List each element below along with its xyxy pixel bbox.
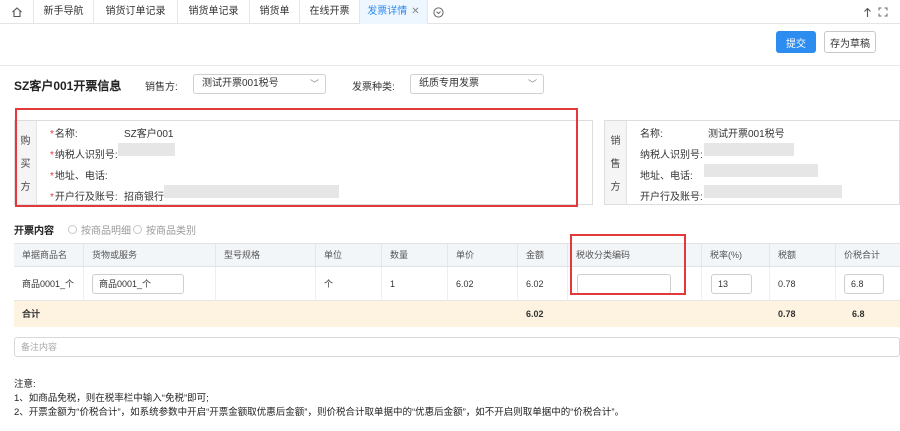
tax-amount-cell: 0.78 (770, 267, 836, 301)
column-header: 单价 (448, 244, 518, 266)
summary-tax-amount: 0.78 (778, 309, 796, 319)
tab-label: 在线开票 (309, 6, 350, 17)
column-header: 型号规格 (216, 244, 316, 266)
radio-by-item-category[interactable]: 按商品类别 (133, 222, 196, 237)
tab-invoice-details[interactable]: 发票详情 ✕ (360, 0, 428, 24)
chevron-down-icon: ﹀ (309, 79, 319, 89)
invoice-type-select[interactable]: 纸质专用发票 ﹀ (410, 74, 544, 94)
invoice-content-title: 开票内容 (14, 226, 54, 237)
tax-rate-cell: 13 (702, 267, 770, 301)
invoice-type-value: 纸质专用发票 (419, 78, 479, 89)
column-header: 税率(%) (702, 244, 770, 266)
tab-sales-order-records[interactable]: 销货订单记录 (94, 0, 178, 24)
fullscreen-icon (878, 7, 888, 17)
note-line-2: 2、开票金额为“价税合计”，如系统参数中开启“开票金额取优惠后金额”，则价税合计… (14, 407, 625, 418)
table-header: 单据商品名 货物或服务 型号规格 单位 数量 单价 金额 税收分类编码 税率(%… (14, 243, 900, 267)
column-header: 单据商品名 (14, 244, 84, 266)
seller-bank-label: 开户行及账号: (640, 192, 703, 203)
seller-tax-id-value (704, 143, 794, 156)
tab-label: 销货订单记录 (105, 6, 166, 17)
seller-tax-id-label: 纳税人识别号: (640, 150, 703, 161)
notes-title: 注意: (14, 379, 36, 390)
tab-label: 销货单 (259, 6, 290, 17)
amount-cell: 6.02 (518, 267, 568, 301)
chevron-down-icon: ﹀ (527, 79, 537, 89)
unit-price-cell: 6.02 (448, 267, 518, 301)
remark-input[interactable]: 备注内容 (14, 337, 900, 357)
page-title: SZ客户001开票信息 (14, 79, 122, 93)
more-tabs-button[interactable] (428, 0, 448, 24)
summary-label: 合计 (22, 309, 41, 319)
chevron-down-circle-icon (432, 6, 444, 18)
action-bar (0, 24, 900, 66)
total-input[interactable]: 6.8 (844, 274, 884, 294)
column-header: 单位 (316, 244, 382, 266)
tax-rate-input[interactable]: 13 (711, 274, 752, 294)
seller-address-value (704, 164, 818, 177)
seller-select-value: 测试开票001税号 (202, 78, 279, 89)
seller-address-label: 地址、电话: (640, 171, 693, 182)
summary-row: 合计 6.02 0.78 6.8 (14, 301, 900, 327)
seller-bank-value (704, 185, 842, 198)
save-draft-button[interactable]: 存为草稿 (824, 31, 876, 53)
seller-name-label: 名称: (640, 129, 663, 140)
seller-label: 销售方: (145, 82, 178, 93)
tab-bar: 新手导航 销货订单记录 销货单记录 销货单 在线开票 发票详情 ✕ (0, 0, 900, 24)
tab-sales-document[interactable]: 销货单 (250, 0, 300, 24)
model-cell (216, 267, 316, 301)
column-header: 税额 (770, 244, 836, 266)
summary-total: 6.8 (852, 309, 865, 319)
doc-item-name-cell: 商品0001_个 (14, 267, 84, 301)
arrow-up-icon (863, 7, 871, 17)
scroll-top-button[interactable] (860, 0, 874, 24)
tab-label: 新手导航 (43, 6, 84, 17)
tab-sales-records[interactable]: 销货单记录 (178, 0, 250, 24)
quantity-cell: 1 (382, 267, 448, 301)
seller-select[interactable]: 测试开票001税号 ﹀ (193, 74, 326, 94)
tab-label: 发票详情 (367, 6, 408, 17)
buyer-highlight-frame (15, 108, 578, 207)
close-icon[interactable]: ✕ (411, 6, 419, 17)
summary-amount: 6.02 (526, 309, 544, 319)
note-line-1: 1、如商品免税，则在税率栏中输入“免税”即可; (14, 393, 209, 404)
unit-cell: 个 (316, 267, 382, 301)
radio-circle-icon (68, 225, 77, 234)
column-header: 金额 (518, 244, 568, 266)
seller-name-value: 测试开票001税号 (708, 129, 785, 140)
tax-code-highlight-frame (570, 234, 686, 295)
submit-button[interactable]: 提交 (776, 31, 816, 53)
tab-online-invoicing[interactable]: 在线开票 (300, 0, 360, 24)
table-row: 商品0001_个 商品0001_个 个 1 6.02 6.02 13 0.78 … (14, 267, 900, 301)
goods-service-input[interactable]: 商品0001_个 (92, 274, 184, 294)
fullscreen-button[interactable] (876, 0, 890, 24)
radio-by-item-detail[interactable]: 按商品明细 (68, 222, 131, 237)
tab-novice-guide[interactable]: 新手导航 (34, 0, 94, 24)
column-header: 数量 (382, 244, 448, 266)
home-icon (11, 7, 22, 18)
column-header: 价税合计 (844, 250, 881, 260)
home-tab[interactable] (0, 0, 34, 24)
tab-label: 销货单记录 (188, 6, 239, 17)
column-header: 货物或服务 (84, 244, 216, 266)
total-cell: 6.8 (836, 267, 900, 301)
invoice-type-label: 发票种类: (352, 82, 395, 93)
seller-side-label: 销 售 方 (605, 121, 627, 204)
goods-service-cell: 商品0001_个 (84, 267, 216, 301)
radio-circle-icon (133, 225, 142, 234)
